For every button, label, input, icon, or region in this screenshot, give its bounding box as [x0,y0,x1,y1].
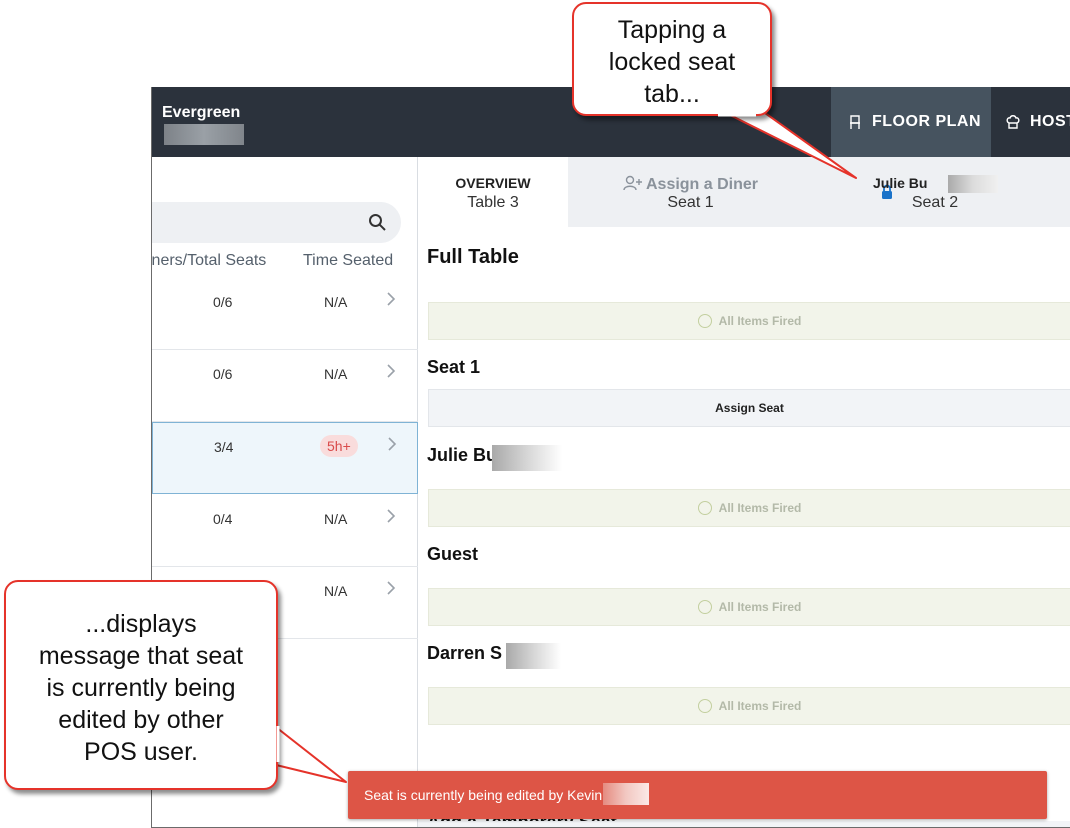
screenshot-stage: Evergreen FLOOR PLAN HOST [0,0,1070,828]
callout-pointer-joins [276,113,756,762]
